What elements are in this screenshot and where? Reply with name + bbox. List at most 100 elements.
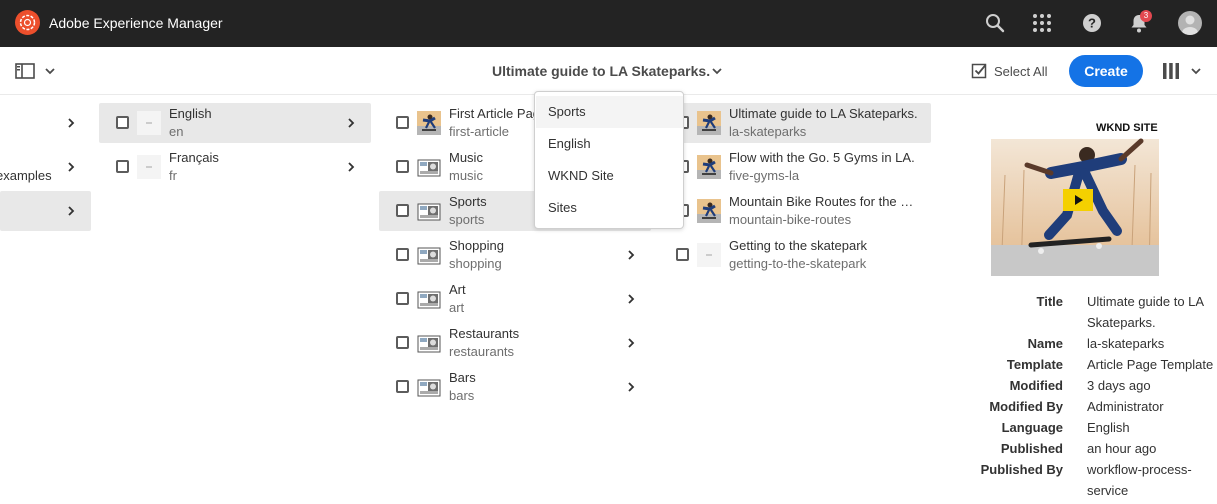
chevron-right-icon <box>348 118 355 128</box>
row-title: Français <box>169 150 219 165</box>
meta-value-language: English <box>1087 420 1130 435</box>
select-all-check-icon <box>971 63 987 79</box>
select-all-button[interactable]: Select All <box>971 62 1047 82</box>
meta-value-title: Ultimate guide to LA Skateparks. <box>1087 294 1204 330</box>
breadcrumb-chevron-down-icon[interactable] <box>711 66 723 76</box>
row-title: First Article Page <box>449 106 548 121</box>
meta-value-modified: 3 days ago <box>1087 378 1151 393</box>
column3-row[interactable]: Flow with the Go. 5 Gyms in LA. five-gym… <box>659 147 931 187</box>
search-icon[interactable] <box>983 11 1007 35</box>
row-checkbox[interactable] <box>396 204 409 217</box>
row-name: music <box>449 168 483 183</box>
row-title: Ultimate guide to LA Skateparks. <box>729 106 918 121</box>
user-avatar[interactable] <box>1178 11 1202 35</box>
meta-value-modified-by: Administrator <box>1087 399 1164 414</box>
row-title: Sports <box>449 194 487 209</box>
create-button[interactable]: Create <box>1069 55 1143 87</box>
preview-brand-label: WKND SITE <box>1096 122 1158 134</box>
column3-row[interactable]: Mountain Bike Routes for the … mountain-… <box>659 191 931 231</box>
breadcrumb-item-english[interactable]: English <box>536 128 683 160</box>
folder-image-icon <box>417 379 441 397</box>
svg-text:?: ? <box>1088 16 1096 31</box>
breadcrumb-item-sites[interactable]: Sites <box>536 192 683 224</box>
row-checkbox[interactable] <box>396 248 409 261</box>
column2-row[interactable]: Restaurants restaurants <box>379 323 651 363</box>
select-all-label: Select All <box>994 64 1048 79</box>
row-checkbox[interactable] <box>396 292 409 305</box>
column1-row-francais[interactable]: Français fr <box>99 147 371 187</box>
chevron-right-icon <box>68 118 75 128</box>
page-thumbnail <box>137 155 161 179</box>
chevron-right-icon <box>68 162 75 172</box>
column1-row-english[interactable]: English en <box>99 103 371 143</box>
row-checkbox[interactable] <box>116 116 129 129</box>
column3-row[interactable]: Getting to the skatepark getting-to-the-… <box>659 235 931 275</box>
notification-count-badge: 3 <box>1140 10 1152 22</box>
column0-row[interactable] <box>0 103 90 143</box>
column2-row[interactable]: Bars bars <box>379 367 651 407</box>
meta-value-published-by: workflow-process-service <box>1087 462 1192 498</box>
skater-thumbnail <box>697 111 721 135</box>
column0-row-selected[interactable] <box>0 191 91 231</box>
apps-grid-icon[interactable] <box>1030 11 1054 35</box>
breadcrumb-item-wknd-site[interactable]: WKND Site <box>536 160 683 192</box>
folder-image-icon <box>417 159 441 177</box>
row-name: la-skateparks <box>729 124 807 139</box>
chevron-right-icon <box>628 250 635 260</box>
shell-header: Adobe Experience Manager ? 3 <box>0 0 1217 47</box>
column2-row[interactable]: Art art <box>379 279 651 319</box>
folder-image-icon <box>417 203 441 221</box>
row-name: mountain-bike-routes <box>729 212 852 227</box>
row-name: shopping <box>449 256 502 271</box>
row-name: sports <box>449 212 485 227</box>
row-name: en <box>169 124 184 139</box>
row-title: Getting to the skatepark <box>729 238 868 253</box>
meta-value-name: la-skateparks <box>1087 336 1165 351</box>
row-checkbox[interactable] <box>396 116 409 129</box>
row-name: getting-to-the-skatepark <box>729 256 867 271</box>
page-thumbnail <box>137 111 161 135</box>
row-checkbox[interactable] <box>396 380 409 393</box>
column0-row[interactable]: examples <box>0 147 90 187</box>
folder-image-icon <box>417 247 441 265</box>
page-thumbnail <box>697 243 721 267</box>
meta-label: Title <box>1036 294 1064 309</box>
adobe-experience-cloud-icon[interactable] <box>15 10 40 35</box>
chevron-down-icon[interactable] <box>44 66 56 76</box>
row-checkbox[interactable] <box>396 336 409 349</box>
chevron-right-icon <box>628 294 635 304</box>
rail-toggle-icon[interactable] <box>15 62 35 80</box>
row-name: first-article <box>449 124 509 139</box>
row-title: Restaurants <box>449 326 520 341</box>
row-checkbox[interactable] <box>396 160 409 173</box>
row-name: fr <box>169 168 177 183</box>
meta-label: Published <box>1000 441 1063 456</box>
column3-row-selected[interactable]: Ultimate guide to LA Skateparks. la-skat… <box>659 103 931 143</box>
folder-image-icon <box>417 291 441 309</box>
column0-item-title: examples <box>0 168 52 183</box>
row-title: Music <box>449 150 483 165</box>
breadcrumb-dropdown: Sports English WKND Site Sites <box>534 91 684 229</box>
column2-row[interactable]: Shopping shopping <box>379 235 651 275</box>
app-title[interactable]: Adobe Experience Manager <box>49 15 223 31</box>
chevron-right-icon <box>348 162 355 172</box>
help-icon[interactable]: ? <box>1080 11 1104 35</box>
meta-value-published: an hour ago <box>1087 441 1157 456</box>
view-switcher-chevron-down-icon[interactable] <box>1190 66 1202 76</box>
breadcrumb-item-sports[interactable]: Sports <box>536 96 683 128</box>
chevron-right-icon <box>628 382 635 392</box>
skater-thumbnail <box>697 199 721 223</box>
row-checkbox[interactable] <box>676 248 689 261</box>
row-title: English <box>169 106 212 121</box>
meta-label: Name <box>1027 336 1063 351</box>
page-title[interactable]: Ultimate guide to LA Skateparks. <box>492 63 710 79</box>
chevron-right-icon <box>628 338 635 348</box>
skateboarder-preview-image <box>991 115 1159 276</box>
meta-label: Modified <box>1009 378 1063 393</box>
preview-thumbnail: WKND SITE <box>991 115 1159 276</box>
skater-thumbnail <box>417 111 441 135</box>
row-checkbox[interactable] <box>116 160 129 173</box>
meta-label: Template <box>1006 357 1063 372</box>
column-view-icon[interactable] <box>1161 62 1181 80</box>
meta-label: Modified By <box>989 399 1063 414</box>
